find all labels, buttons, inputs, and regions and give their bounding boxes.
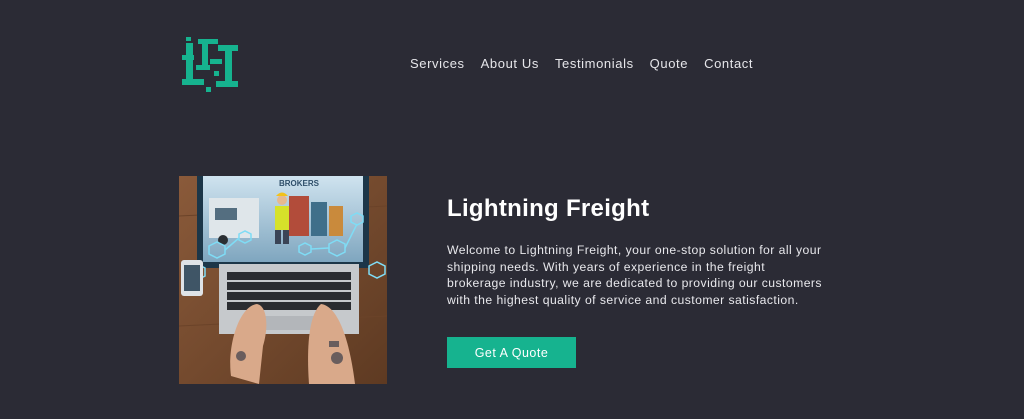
nav-item-about-us[interactable]: About Us	[481, 56, 539, 71]
lightning-freight-logo-icon	[182, 37, 238, 92]
hero-title: Lightning Freight	[447, 195, 650, 222]
hero-description: Welcome to Lightning Freight, your one-s…	[447, 243, 822, 307]
get-quote-button[interactable]: Get A Quote	[447, 337, 576, 368]
brand-logo[interactable]	[180, 35, 240, 95]
nav-item-testimonials[interactable]: Testimonials	[555, 56, 634, 71]
screen-brokers-text: BROKERS	[279, 179, 320, 188]
laptop-freight-illustration: BROKERS	[179, 176, 387, 384]
nav-item-contact[interactable]: Contact	[704, 56, 753, 71]
hero-image: BROKERS	[179, 176, 387, 384]
nav-item-quote[interactable]: Quote	[650, 56, 688, 71]
main-nav: Services About Us Testimonials Quote Con…	[410, 56, 753, 71]
nav-item-services[interactable]: Services	[410, 56, 465, 71]
